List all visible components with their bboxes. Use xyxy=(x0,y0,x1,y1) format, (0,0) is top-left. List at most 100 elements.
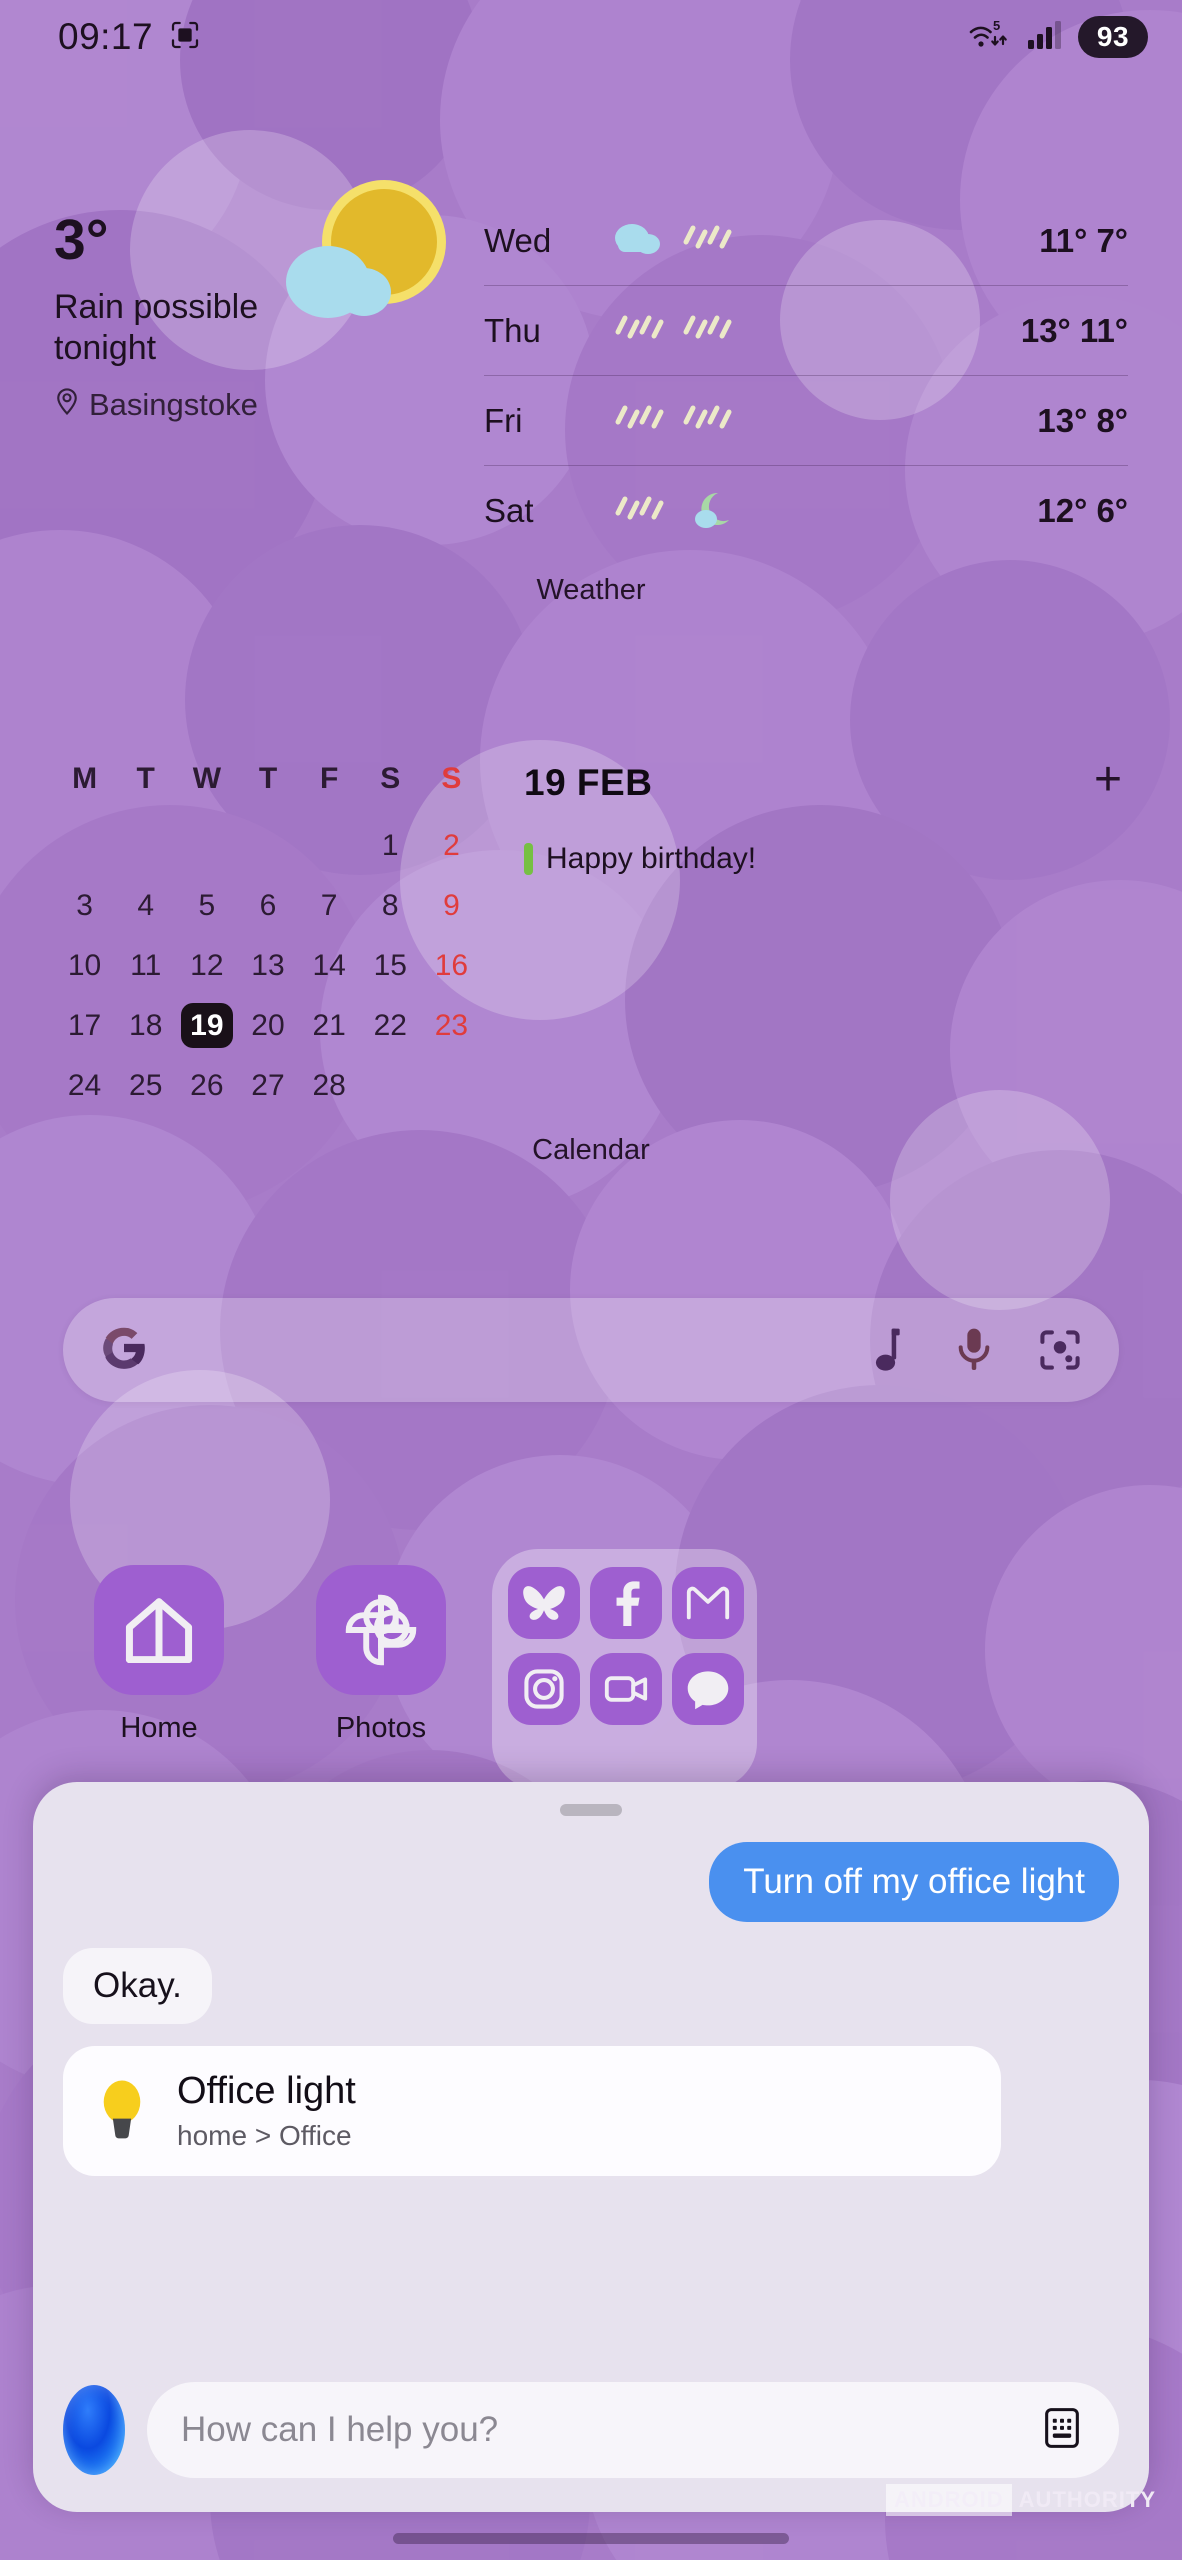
device-card-text: Office light home > Office xyxy=(177,2070,356,2152)
forecast-row: Thu 13° 11° xyxy=(484,286,1128,376)
calendar-weekday-headers: M T W T F S S xyxy=(54,762,482,816)
gemini-orb-icon[interactable] xyxy=(63,2385,125,2475)
calendar-widget[interactable]: M T W T F S S 1 2 3 4 5 6 7 8 9 10 11 12… xyxy=(0,756,1182,1167)
calendar-day[interactable] xyxy=(299,816,360,876)
screenshot-icon xyxy=(169,19,201,56)
calendar-day[interactable]: 4 xyxy=(115,876,176,936)
cellular-signal-icon xyxy=(1026,19,1066,56)
cloud-icon xyxy=(606,216,668,265)
sun-behind-cloud-icon xyxy=(256,170,466,355)
app-folder-preview[interactable] xyxy=(492,1549,757,1789)
status-bar-left: 09:17 xyxy=(58,16,201,58)
assistant-text-input[interactable]: How can I help you? xyxy=(147,2382,1119,2478)
music-note-icon[interactable] xyxy=(867,1326,911,1374)
messages-icon[interactable] xyxy=(672,1653,744,1725)
calendar-day[interactable]: 1 xyxy=(360,816,421,876)
calendar-day[interactable]: 14 xyxy=(299,936,360,996)
weekday-header: W xyxy=(192,762,222,795)
bluesky-butterfly-icon[interactable] xyxy=(508,1567,580,1639)
calendar-day[interactable]: 28 xyxy=(299,1056,360,1116)
rain-icon xyxy=(674,306,736,355)
calendar-day[interactable]: 3 xyxy=(54,876,115,936)
calendar-day[interactable]: 6 xyxy=(237,876,298,936)
google-meet-icon[interactable] xyxy=(590,1653,662,1725)
calendar-day[interactable] xyxy=(54,816,115,876)
calendar-event-color-bar xyxy=(524,843,533,875)
calendar-day[interactable] xyxy=(360,1056,421,1116)
device-path: home > Office xyxy=(177,2119,352,2151)
calendar-day[interactable]: 2 xyxy=(421,816,482,876)
calendar-day[interactable]: 7 xyxy=(299,876,360,936)
calendar-day[interactable]: 10 xyxy=(54,936,115,996)
calendar-day[interactable]: 17 xyxy=(54,996,115,1056)
assistant-input-bar: How can I help you? xyxy=(63,2382,1119,2478)
calendar-day[interactable]: 5 xyxy=(176,876,237,936)
rain-icon xyxy=(674,216,736,265)
weather-widget-body: 3° Rain possible tonight Basingstoke Wed… xyxy=(54,180,1128,556)
calendar-day[interactable]: 15 xyxy=(360,936,421,996)
instagram-icon[interactable] xyxy=(508,1653,580,1725)
calendar-day[interactable]: 25 xyxy=(115,1056,176,1116)
forecast-day: Wed xyxy=(484,221,552,259)
device-card-office-light[interactable]: Office light home > Office xyxy=(63,2046,1001,2176)
calendar-day[interactable] xyxy=(115,816,176,876)
app-label: Home xyxy=(120,1712,198,1744)
location-pin-icon xyxy=(54,386,80,424)
forecast-day: Fri xyxy=(484,401,523,439)
calendar-day[interactable] xyxy=(176,816,237,876)
weekday-header: T xyxy=(136,762,155,795)
calendar-day[interactable]: 26 xyxy=(176,1056,237,1116)
watermark-suffix: AUTHORITY xyxy=(1018,2487,1156,2512)
calendar-week-row: 1 2 xyxy=(54,816,482,876)
google-lens-icon[interactable] xyxy=(1037,1327,1083,1373)
moon-cloud-icon xyxy=(674,487,736,536)
calendar-day-today[interactable]: 19 xyxy=(176,996,237,1056)
forecast-temps: 11° 7° xyxy=(1039,221,1128,259)
forecast-day: Thu xyxy=(484,311,541,349)
google-search-bar[interactable] xyxy=(63,1298,1119,1402)
home-gesture-pill[interactable] xyxy=(393,2533,789,2544)
calendar-day[interactable]: 21 xyxy=(299,996,360,1056)
calendar-day[interactable]: 13 xyxy=(237,936,298,996)
calendar-day[interactable]: 20 xyxy=(237,996,298,1056)
app-photos[interactable]: Photos xyxy=(270,1565,492,1745)
facebook-icon[interactable] xyxy=(590,1567,662,1639)
calendar-day[interactable]: 23 xyxy=(421,996,482,1056)
calendar-day[interactable]: 24 xyxy=(54,1056,115,1116)
forecast-temps: 13° 8° xyxy=(1037,401,1128,439)
calendar-day[interactable] xyxy=(421,1056,482,1116)
weather-location-label: Basingstoke xyxy=(89,386,258,422)
calendar-widget-label: Calendar xyxy=(532,1134,650,1166)
calendar-day[interactable]: 8 xyxy=(360,876,421,936)
navigation-bar xyxy=(0,2533,1182,2544)
calendar-add-event-button[interactable]: + xyxy=(1094,756,1122,804)
forecast-day: Sat xyxy=(484,492,534,529)
weather-forecast-list: Wed 11° 7° Thu 13° 11° Fri 13° 8° Sat 12… xyxy=(484,190,1128,556)
forecast-row: Wed 11° 7° xyxy=(484,196,1128,286)
weather-widget[interactable]: 3° Rain possible tonight Basingstoke Wed… xyxy=(0,180,1182,607)
microphone-icon[interactable] xyxy=(953,1326,995,1374)
calendar-day[interactable]: 27 xyxy=(237,1056,298,1116)
calendar-day[interactable]: 9 xyxy=(421,876,482,936)
calendar-day[interactable]: 16 xyxy=(421,936,482,996)
calendar-day[interactable]: 22 xyxy=(360,996,421,1056)
svg-text:5: 5 xyxy=(993,18,1000,33)
forecast-temps: 12° 6° xyxy=(1037,492,1128,529)
calendar-day[interactable] xyxy=(237,816,298,876)
light-bulb-icon xyxy=(93,2079,151,2143)
calendar-day[interactable]: 11 xyxy=(115,936,176,996)
keyboard-icon[interactable] xyxy=(1039,2405,1085,2456)
app-home[interactable]: Home xyxy=(48,1565,270,1745)
forecast-temps: 13° 11° xyxy=(1020,311,1128,349)
calendar-week-row: 24 25 26 27 28 xyxy=(54,1056,482,1116)
weather-current: 3° Rain possible tonight Basingstoke xyxy=(54,180,484,424)
gmail-icon[interactable] xyxy=(672,1567,744,1639)
calendar-event[interactable]: Happy birthday! xyxy=(524,842,1128,876)
calendar-day[interactable]: 12 xyxy=(176,936,237,996)
calendar-day[interactable]: 18 xyxy=(115,996,176,1056)
google-g-icon xyxy=(99,1323,149,1378)
rain-icon xyxy=(606,306,668,355)
calendar-widget-body: M T W T F S S 1 2 3 4 5 6 7 8 9 10 11 12… xyxy=(54,756,1128,1116)
drag-handle[interactable] xyxy=(560,1804,622,1816)
status-bar: 09:17 5 93 xyxy=(0,0,1182,74)
